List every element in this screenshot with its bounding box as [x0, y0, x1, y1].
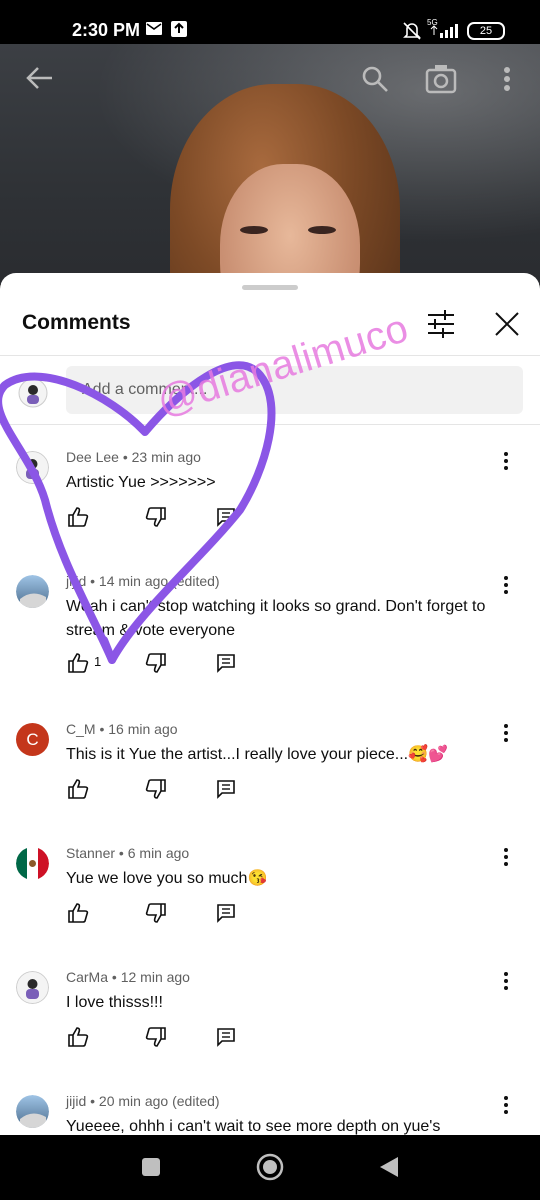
- comment-text: Artistic Yue >>>>>>>: [66, 474, 216, 491]
- thumbs-up-icon[interactable]: [66, 505, 90, 529]
- comment-meta: jijid • 20 min ago (edited): [66, 1093, 220, 1109]
- comment-item: CarMa • 12 min ago I love thisss!!!: [0, 969, 540, 1095]
- comment-more-icon[interactable]: [496, 449, 516, 473]
- thumbs-down-icon[interactable]: [144, 651, 168, 675]
- comment-author[interactable]: Dee Lee: [66, 449, 119, 465]
- comment-author[interactable]: jijid: [66, 1093, 86, 1109]
- comment-avatar[interactable]: C: [16, 723, 49, 756]
- comment-more-icon[interactable]: [496, 1093, 516, 1117]
- thumbs-up-icon[interactable]: [66, 901, 90, 925]
- input-divider: [0, 424, 540, 425]
- comment-text: Yueeee, ohhh i can't wait to see more de…: [66, 1118, 441, 1135]
- comment-item: C C_M • 16 min ago This is it Yue the ar…: [0, 721, 540, 847]
- status-bar: 2:30 PM 5G 25: [0, 0, 540, 44]
- comment-text: Woah i can't stop watching it looks so g…: [66, 598, 486, 639]
- comment-avatar[interactable]: [16, 1095, 49, 1128]
- comment-time: 23 min ago: [131, 449, 201, 465]
- video-player[interactable]: [0, 44, 540, 284]
- comment-avatar[interactable]: [16, 575, 49, 608]
- user-avatar: [18, 378, 48, 408]
- reply-icon[interactable]: [214, 651, 238, 675]
- signal-icon: [430, 24, 458, 38]
- comment-edited: (edited): [172, 573, 220, 589]
- reply-icon[interactable]: [214, 505, 238, 529]
- navigation-bar: [0, 1135, 540, 1200]
- more-vert-icon[interactable]: [500, 66, 514, 92]
- reply-icon[interactable]: [214, 901, 238, 925]
- back-triangle-icon[interactable]: [378, 1155, 400, 1179]
- comments-sheet: Comments Add a comment... Dee Lee • 23 m…: [0, 273, 540, 1135]
- comment-meta: Dee Lee • 23 min ago: [66, 449, 201, 465]
- comment-author[interactable]: Stanner: [66, 845, 115, 861]
- thumbs-down-icon[interactable]: [144, 777, 168, 801]
- thumbs-up-icon[interactable]: [66, 1025, 90, 1049]
- comment-time: 20 min ago: [98, 1093, 169, 1109]
- upload-icon: [171, 21, 187, 37]
- battery-indicator: 25: [467, 22, 505, 40]
- drag-handle[interactable]: [242, 285, 298, 290]
- comment-item: Dee Lee • 23 min ago Artistic Yue >>>>>>…: [0, 449, 540, 575]
- comment-text: I love thisss!!!: [66, 994, 163, 1011]
- comment-more-icon[interactable]: [496, 845, 516, 869]
- comment-more-icon[interactable]: [496, 969, 516, 993]
- comment-time: 16 min ago: [108, 721, 178, 737]
- comment-item: Stanner • 6 min ago Yue we love you so m…: [0, 845, 540, 971]
- camera-icon[interactable]: [425, 64, 457, 94]
- comment-meta: C_M • 16 min ago: [66, 721, 178, 737]
- comment-meta: Stanner • 6 min ago: [66, 845, 190, 861]
- reply-icon[interactable]: [214, 777, 238, 801]
- comment-more-icon[interactable]: [496, 721, 516, 745]
- comment-time: 6 min ago: [127, 845, 190, 861]
- comment-text: Yue we love you so much😘: [66, 870, 268, 887]
- thumbs-down-icon[interactable]: [144, 1025, 168, 1049]
- home-circle-icon[interactable]: [256, 1153, 284, 1181]
- mute-icon: [403, 22, 421, 40]
- thumbs-up-icon[interactable]: [66, 777, 90, 801]
- search-icon[interactable]: [360, 64, 390, 94]
- comment-avatar[interactable]: [16, 847, 49, 880]
- comment-item: jijid • 20 min ago (edited) Yueeee, ohhh…: [0, 1093, 540, 1135]
- comment-time: 12 min ago: [120, 969, 190, 985]
- thumbs-down-icon[interactable]: [144, 505, 168, 529]
- comment-item: jijid • 14 min ago (edited) Woah i can't…: [0, 573, 540, 723]
- comment-more-icon[interactable]: [496, 573, 516, 597]
- reply-icon[interactable]: [214, 1025, 238, 1049]
- filter-icon[interactable]: [424, 307, 458, 341]
- comment-author[interactable]: C_M: [66, 721, 96, 737]
- close-icon[interactable]: [490, 307, 524, 341]
- recents-square-icon[interactable]: [141, 1157, 161, 1177]
- comment-author[interactable]: jijid: [66, 573, 86, 589]
- comment-meta: CarMa • 12 min ago: [66, 969, 190, 985]
- back-arrow-icon[interactable]: [24, 64, 54, 92]
- comments-title: Comments: [22, 311, 131, 334]
- like-count: 1: [94, 654, 102, 669]
- comment-text: This is it Yue the artist...I really lov…: [66, 746, 448, 763]
- thumbs-up-icon[interactable]: [66, 651, 90, 675]
- avatar-letter: C: [26, 730, 39, 749]
- comment-avatar[interactable]: [16, 451, 49, 484]
- status-time: 2:30 PM: [72, 20, 141, 40]
- comment-edited: (edited): [172, 1093, 220, 1109]
- mail-icon: [146, 22, 162, 35]
- comment-avatar[interactable]: [16, 971, 49, 1004]
- comment-time: 14 min ago: [98, 573, 169, 589]
- comment-meta: jijid • 14 min ago (edited): [66, 573, 220, 589]
- thumbs-down-icon[interactable]: [144, 901, 168, 925]
- comment-author[interactable]: CarMa: [66, 969, 108, 985]
